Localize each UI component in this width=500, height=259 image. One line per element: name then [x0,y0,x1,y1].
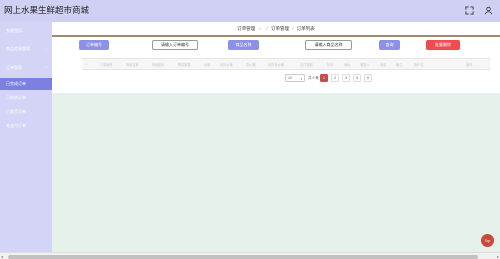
breadcrumb: 订单管理 ⌂ / 订单管理 / 订单列表 [52,26,500,32]
search-button[interactable]: 查询 [379,40,400,50]
page-button[interactable]: 2 [331,74,339,82]
scroll-right-icon[interactable]: ▸ [497,254,499,259]
batch-delete-button[interactable]: 批量删除 [426,40,460,50]
app-title: 网上水果生鲜超市商城 [4,5,90,15]
table-column-header: 购买数量 [178,63,191,67]
table-column-header: 备注 [396,63,403,67]
sidebar-item-label: 已发货订单 [6,109,26,114]
product-name-button[interactable]: 商品名称 [228,40,259,50]
fullscreen-icon[interactable] [464,5,475,16]
table-column-header: 收货人 [360,63,370,67]
table-column-header: 支付类型 [300,63,313,67]
table-column-header: 价格 [204,63,211,67]
user-icon[interactable] [483,5,494,16]
breadcrumb-item[interactable]: 订单管理 [271,26,289,31]
sidebar-item-label: 商品信息管理 [6,46,30,51]
table-column-header: 电话 [380,63,387,67]
top-bar: 网上水果生鲜超市商城 [0,0,500,22]
table-column-header: 地址 [344,63,351,67]
breadcrumb-item: 订单列表 [296,26,315,31]
order-no-button[interactable]: 订单编号 [79,40,109,50]
sidebar-item-label: 订单管理 [6,65,22,70]
sidebar-item-home[interactable]: 系统首页 [0,25,52,37]
breadcrumb-separator: / [292,26,294,31]
table-column-header: 操作 [466,63,473,67]
scrollbar-thumb[interactable] [8,254,478,259]
page-button[interactable]: 3 [342,74,350,82]
content-background [52,93,500,252]
sidebar: 系统首页 商品信息管理 ⌄ 订单管理 ⌃ 已完成订单 已取消订单 已发货订单 未… [0,22,52,252]
breadcrumb-item[interactable]: 订单管理 [237,26,255,31]
home-icon: ⌂ [258,26,262,31]
sidebar-item-label: 已取消订单 [6,95,26,100]
chevron-up-icon: ⌃ [45,66,48,70]
select-all-checkbox[interactable]: ☐ [85,62,88,66]
sidebar-item-label: 未支付订单 [6,123,26,128]
chevron-down-icon: ⌄ [45,47,48,51]
page-size-select[interactable]: 10 ▾ [285,74,305,82]
horizontal-scrollbar[interactable]: ◂ ▸ [0,252,500,259]
main-content: 订单管理 ⌂ / 订单管理 / 订单列表 订单编号 请输入订单编号 商品名称 请… [52,22,500,252]
sidebar-item-label: 系统首页 [6,28,22,33]
order-no-input[interactable]: 请输入订单编号 [152,40,198,50]
table-column-header: 折扣价格 [220,63,233,67]
table-column-header: 商品图片 [152,63,165,67]
sidebar-item-completed-orders[interactable]: 已完成订单 [0,78,52,90]
page-button[interactable]: 5 [364,74,372,82]
product-name-input[interactable]: 请输入商品名称 [305,40,352,50]
page-size-value: 10 [288,76,292,80]
table-header: ☐ 订单编号 商品名称 商品图片 购买数量 价格 折扣价格 总价格 折扣总价格 … [82,58,490,70]
table-column-header: 订单编号 [100,63,113,67]
sidebar-item-product-management[interactable]: 商品信息管理 ⌄ [0,43,52,55]
top-icons [464,5,494,16]
back-to-top-button[interactable]: Top [481,234,494,247]
page-button[interactable]: 4 [353,74,361,82]
table-column-header: 总价格 [246,63,256,67]
sidebar-item-label: 已完成订单 [6,81,26,86]
table-column-header: 状态 [327,63,334,67]
sidebar-item-order-management[interactable]: 订单管理 ⌃ [0,62,52,74]
chevron-down-icon: ▾ [300,76,302,81]
page-button[interactable]: 1 [320,74,328,82]
breadcrumb-separator: / [266,26,268,31]
header-divider [52,35,500,37]
table-column-header: 折扣总价格 [268,63,284,67]
sidebar-item-shipped-orders[interactable]: 已发货订单 [0,106,52,118]
sidebar-item-cancelled-orders[interactable]: 已取消订单 [0,92,52,104]
total-count: 共 0 条 [308,76,319,80]
sidebar-item-unpaid-orders[interactable]: 未支付订单 [0,120,52,132]
scroll-left-icon[interactable]: ◂ [1,254,3,259]
table-column-header: 商品名称 [126,63,139,67]
table-column-header: 用户名 [414,63,424,67]
